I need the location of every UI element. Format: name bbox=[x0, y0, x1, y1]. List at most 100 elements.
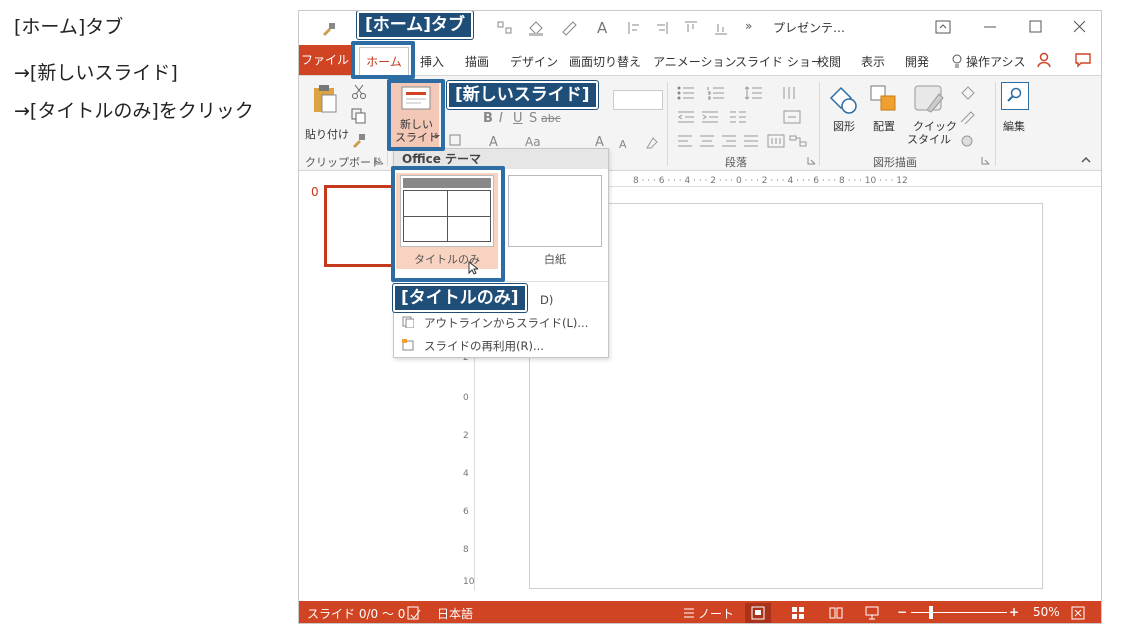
layout-blank[interactable]: 白紙 bbox=[504, 173, 606, 269]
document-title: プレゼンテ… bbox=[773, 21, 846, 35]
callout-title-only: [タイトルのみ] bbox=[393, 284, 527, 312]
group-separator bbox=[667, 82, 668, 166]
instruction-step-3: →[タイトルのみ]をクリック bbox=[14, 100, 254, 122]
cut-icon[interactable] bbox=[351, 84, 367, 100]
format-painter-icon[interactable] bbox=[321, 21, 337, 37]
shadow-icon[interactable]: S bbox=[529, 112, 537, 125]
arrange-icon[interactable] bbox=[869, 84, 899, 114]
tell-me-box[interactable]: 操作アシス bbox=[966, 53, 1026, 70]
close-icon[interactable] bbox=[1073, 20, 1086, 33]
paste-button[interactable]: 貼り付け bbox=[305, 128, 349, 141]
decrease-indent-icon[interactable] bbox=[677, 110, 695, 124]
layout-blank-preview bbox=[508, 175, 602, 247]
zoom-level[interactable]: 50% bbox=[1033, 605, 1060, 619]
tab-file[interactable]: ファイル bbox=[299, 45, 351, 75]
highlight-home-tab bbox=[351, 41, 415, 79]
align-top-icon[interactable] bbox=[683, 20, 699, 36]
tab-design[interactable]: デザイン bbox=[510, 53, 558, 70]
tab-transitions[interactable]: 画面切り替え bbox=[569, 53, 641, 70]
columns-icon[interactable] bbox=[729, 110, 747, 124]
editing-button[interactable]: 編集 bbox=[1003, 120, 1025, 133]
collapse-ribbon-icon[interactable] bbox=[1081, 156, 1091, 163]
numbering-icon[interactable] bbox=[707, 86, 725, 100]
align-right-icon[interactable] bbox=[655, 20, 669, 36]
arrange-button[interactable]: 配置 bbox=[873, 120, 895, 133]
slideshow-icon[interactable] bbox=[865, 606, 879, 620]
tab-view[interactable]: 表示 bbox=[861, 53, 885, 70]
shape-fill-icon[interactable] bbox=[527, 20, 545, 36]
quick-styles-label-2[interactable]: スタイル bbox=[907, 133, 951, 146]
quick-styles-icon[interactable] bbox=[913, 84, 947, 114]
layout-icon[interactable] bbox=[497, 21, 513, 35]
shapes-button[interactable]: 図形 bbox=[833, 120, 855, 133]
minimize-icon[interactable] bbox=[983, 25, 997, 29]
paragraph-align-icons[interactable] bbox=[677, 134, 767, 148]
font-size-box[interactable] bbox=[613, 90, 663, 110]
more-commands-icon[interactable]: » bbox=[745, 19, 752, 33]
font-color-icon[interactable]: A bbox=[597, 19, 607, 37]
shape-effects-icon[interactable] bbox=[959, 134, 977, 148]
ruler-tick: 4 bbox=[463, 469, 469, 479]
strikethrough-icon[interactable]: abc bbox=[541, 112, 561, 125]
text-direction-icon[interactable] bbox=[781, 86, 799, 100]
zoom-slider-thumb[interactable] bbox=[929, 606, 933, 619]
shape-outline-icon[interactable] bbox=[561, 20, 579, 36]
clipboard-group-label: クリップボード bbox=[305, 156, 382, 169]
tab-review[interactable]: 校閲 bbox=[817, 53, 841, 70]
share-person-icon[interactable] bbox=[1037, 52, 1053, 68]
spellcheck-icon[interactable] bbox=[407, 606, 421, 620]
shape-fill-ribbon-icon[interactable] bbox=[959, 86, 977, 100]
smartart-icon[interactable] bbox=[789, 134, 807, 148]
dropdown-item-outline[interactable]: アウトラインからスライド(L)... bbox=[424, 315, 588, 331]
shrink-font-icon[interactable]: A bbox=[619, 138, 627, 151]
status-bar: スライド 0/0 〜 0 日本語 ノート − + 50% bbox=[299, 601, 1101, 623]
dialog-launcher-icon[interactable] bbox=[375, 156, 384, 165]
dialog-launcher-icon[interactable] bbox=[981, 156, 990, 165]
language-indicator[interactable]: 日本語 bbox=[437, 605, 473, 622]
shape-outline-ribbon-icon[interactable] bbox=[959, 110, 977, 124]
normal-view-icon bbox=[751, 606, 765, 620]
quick-styles-label-1[interactable]: クイック bbox=[913, 120, 957, 133]
ribbon-tabs: ファイル ホーム 挿入 描画 デザイン 画面切り替え アニメーション スライド … bbox=[299, 45, 1101, 75]
slide-sorter-icon[interactable] bbox=[791, 606, 805, 620]
reading-view-icon[interactable] bbox=[829, 606, 843, 620]
format-painter-ribbon-icon[interactable] bbox=[351, 132, 367, 148]
line-spacing-icon[interactable] bbox=[745, 86, 763, 100]
comments-icon[interactable] bbox=[1075, 53, 1091, 68]
fit-to-window-icon[interactable] bbox=[1071, 606, 1085, 620]
instruction-step-2: →[新しいスライド] bbox=[14, 62, 178, 84]
dropdown-item-duplicate[interactable]: D) bbox=[540, 293, 553, 307]
bullets-icon[interactable] bbox=[677, 86, 695, 100]
notes-icon bbox=[684, 608, 694, 618]
highlight-title-only bbox=[391, 166, 505, 282]
ruler-tick: 6 bbox=[463, 507, 469, 517]
tab-developer[interactable]: 開発 bbox=[905, 53, 929, 70]
distributed-icon[interactable] bbox=[767, 134, 785, 148]
callout-new-slide: [新しいスライド] bbox=[447, 81, 598, 109]
tab-draw[interactable]: 描画 bbox=[465, 53, 489, 70]
zoom-out-icon[interactable]: − bbox=[897, 605, 907, 619]
clear-format-icon[interactable] bbox=[645, 136, 659, 150]
align-left-icon[interactable] bbox=[627, 20, 641, 36]
zoom-in-icon[interactable]: + bbox=[1009, 605, 1019, 619]
zoom-slider[interactable] bbox=[911, 612, 1007, 613]
clipboard-paste-icon[interactable] bbox=[311, 84, 339, 114]
underline-icon[interactable]: U bbox=[513, 112, 523, 125]
tab-insert[interactable]: 挿入 bbox=[420, 53, 444, 70]
bold-icon[interactable]: B bbox=[483, 112, 493, 125]
italic-icon[interactable]: I bbox=[499, 112, 503, 125]
tab-slideshow[interactable]: スライド ショー bbox=[735, 53, 823, 70]
align-text-icon[interactable] bbox=[783, 110, 801, 124]
dropdown-item-reuse[interactable]: スライドの再利用(R)... bbox=[424, 338, 544, 354]
maximize-icon[interactable] bbox=[1029, 20, 1042, 33]
align-bottom-icon[interactable] bbox=[713, 20, 729, 36]
dialog-launcher-icon[interactable] bbox=[807, 156, 816, 165]
instruction-step-1: [ホーム]タブ bbox=[14, 16, 124, 38]
tab-animations[interactable]: アニメーション bbox=[653, 53, 737, 70]
notes-button[interactable]: ノート bbox=[698, 605, 734, 622]
ribbon-display-icon[interactable] bbox=[935, 20, 951, 34]
copy-icon[interactable] bbox=[351, 108, 367, 124]
shapes-icon[interactable] bbox=[827, 84, 859, 116]
section-icon[interactable] bbox=[449, 134, 465, 148]
increase-indent-icon[interactable] bbox=[701, 110, 719, 124]
